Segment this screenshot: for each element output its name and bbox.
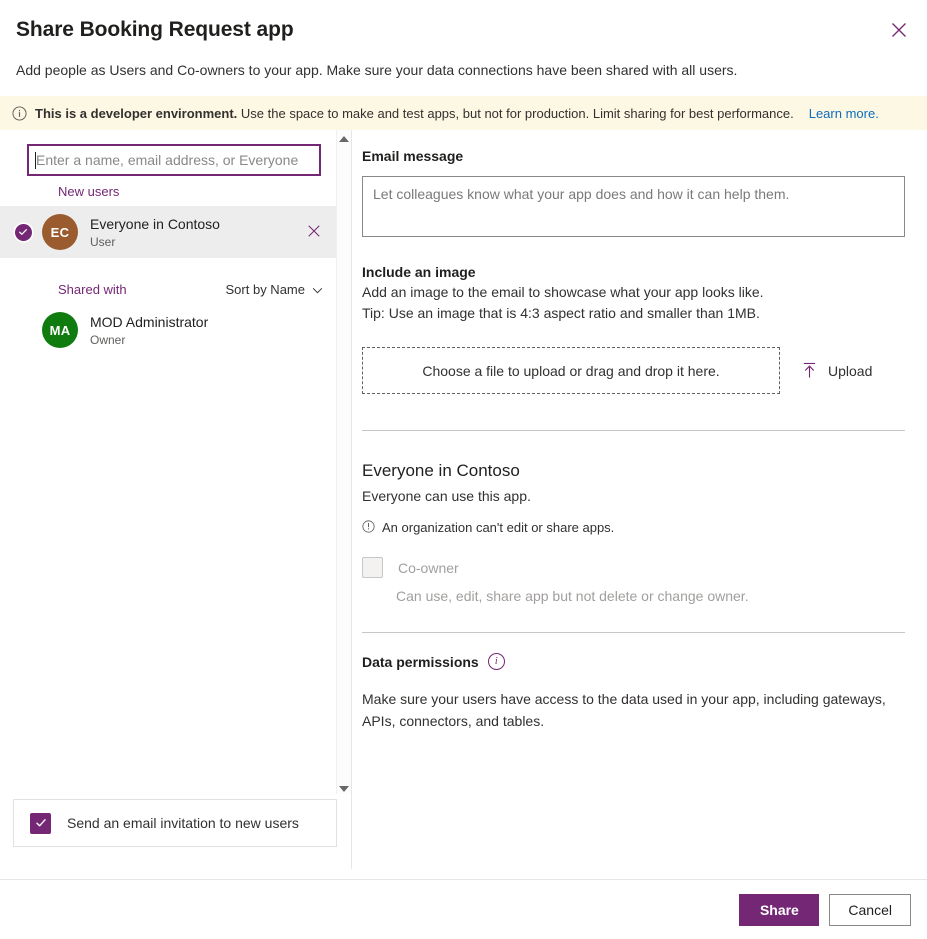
- learn-more-link[interactable]: Learn more.: [809, 106, 879, 121]
- close-button[interactable]: [883, 14, 915, 46]
- person-name: Everyone in Contoso: [90, 215, 220, 232]
- sort-dropdown[interactable]: Sort by Name: [226, 282, 323, 297]
- table-row[interactable]: MA MOD Administrator Owner: [0, 304, 337, 356]
- email-message-textarea[interactable]: [362, 176, 905, 237]
- search-input-wrapper[interactable]: [27, 144, 321, 176]
- include-an-image-label: Include an image: [362, 264, 476, 280]
- upload-arrow-icon: [802, 362, 817, 379]
- people-pane: New users EC Everyone in Contoso User: [0, 130, 352, 869]
- dialog-body: New users EC Everyone in Contoso User: [0, 130, 927, 869]
- divider: [362, 430, 905, 431]
- upload-row: Choose a file to upload or drag and drop…: [362, 347, 905, 394]
- email-message-label: Email message: [362, 148, 464, 164]
- details-pane: Email message Include an image Add an im…: [352, 130, 927, 869]
- info-icon[interactable]: i: [487, 653, 505, 670]
- chevron-down-icon: [312, 282, 323, 297]
- person-info: Everyone in Contoso User: [90, 215, 301, 250]
- upload-button[interactable]: Upload: [802, 362, 872, 379]
- include-image-line-1: Add an image to the email to showcase wh…: [362, 284, 764, 300]
- info-icon: [362, 520, 375, 537]
- divider: [362, 632, 905, 633]
- coowner-row: Co-owner: [362, 557, 905, 578]
- permission-target-title: Everyone in Contoso: [362, 461, 520, 480]
- info-icon: [12, 105, 27, 121]
- banner-strong-text: This is a developer environment.: [35, 105, 238, 121]
- person-name: MOD Administrator: [90, 313, 209, 330]
- coowner-description: Can use, edit, share app but not delete …: [396, 588, 749, 604]
- permission-note: An organization can't edit or share apps…: [362, 519, 905, 537]
- selected-check-icon: [14, 223, 32, 241]
- remove-person-button[interactable]: [301, 219, 327, 245]
- close-icon: [891, 22, 907, 38]
- new-users-group-header: New users: [0, 176, 337, 206]
- scroll-down-arrow-icon[interactable]: [337, 780, 351, 794]
- dialog-footer: Share Cancel: [0, 879, 927, 939]
- person-info: MOD Administrator Owner: [90, 313, 327, 348]
- close-icon: [307, 224, 321, 241]
- share-button[interactable]: Share: [739, 893, 820, 926]
- scroll-up-arrow-icon[interactable]: [337, 130, 351, 144]
- shared-with-group-header: Shared with Sort by Name: [0, 274, 337, 304]
- avatar: EC: [42, 214, 78, 250]
- permission-note-text: An organization can't edit or share apps…: [382, 520, 615, 535]
- coowner-label: Co-owner: [398, 559, 459, 576]
- dialog-subtitle: Add people as Users and Co-owners to you…: [16, 62, 738, 78]
- developer-environment-banner: This is a developer environment. Use the…: [0, 96, 927, 130]
- page-title: Share Booking Request app: [16, 18, 294, 41]
- shared-with-label: Shared with: [58, 281, 127, 297]
- vertical-scrollbar[interactable]: [336, 130, 351, 794]
- data-permissions-body: Make sure your users have access to the …: [362, 691, 886, 729]
- send-invite-row[interactable]: Send an email invitation to new users: [13, 799, 337, 847]
- banner-message: This is a developer environment. Use the…: [35, 106, 794, 121]
- send-invite-label: Send an email invitation to new users: [67, 815, 299, 831]
- sort-label: Sort by Name: [225, 281, 305, 297]
- table-row[interactable]: EC Everyone in Contoso User: [0, 206, 337, 258]
- include-image-line-2: Tip: Use an image that is 4:3 aspect rat…: [362, 305, 760, 321]
- send-invite-section: Send an email invitation to new users: [0, 794, 351, 869]
- data-permissions-title: Data permissions: [362, 653, 479, 670]
- people-scroll-area: New users EC Everyone in Contoso User: [0, 130, 351, 794]
- person-role: User: [90, 234, 116, 249]
- dialog-header: Share Booking Request app Add people as …: [0, 0, 927, 80]
- search-input[interactable]: [36, 146, 319, 174]
- permission-subtitle: Everyone can use this app.: [362, 488, 531, 504]
- data-permissions-header: Data permissions i: [362, 653, 905, 670]
- send-email-invitation-checkbox[interactable]: [30, 812, 51, 834]
- new-users-label: New users: [58, 183, 120, 199]
- coowner-checkbox: [362, 557, 383, 578]
- avatar: MA: [42, 312, 78, 348]
- upload-label: Upload: [828, 362, 873, 379]
- file-dropzone[interactable]: Choose a file to upload or drag and drop…: [362, 347, 780, 394]
- banner-rest-text: Use the space to make and test apps, but…: [240, 105, 794, 121]
- cancel-button[interactable]: Cancel: [829, 893, 911, 926]
- person-role: Owner: [90, 332, 126, 347]
